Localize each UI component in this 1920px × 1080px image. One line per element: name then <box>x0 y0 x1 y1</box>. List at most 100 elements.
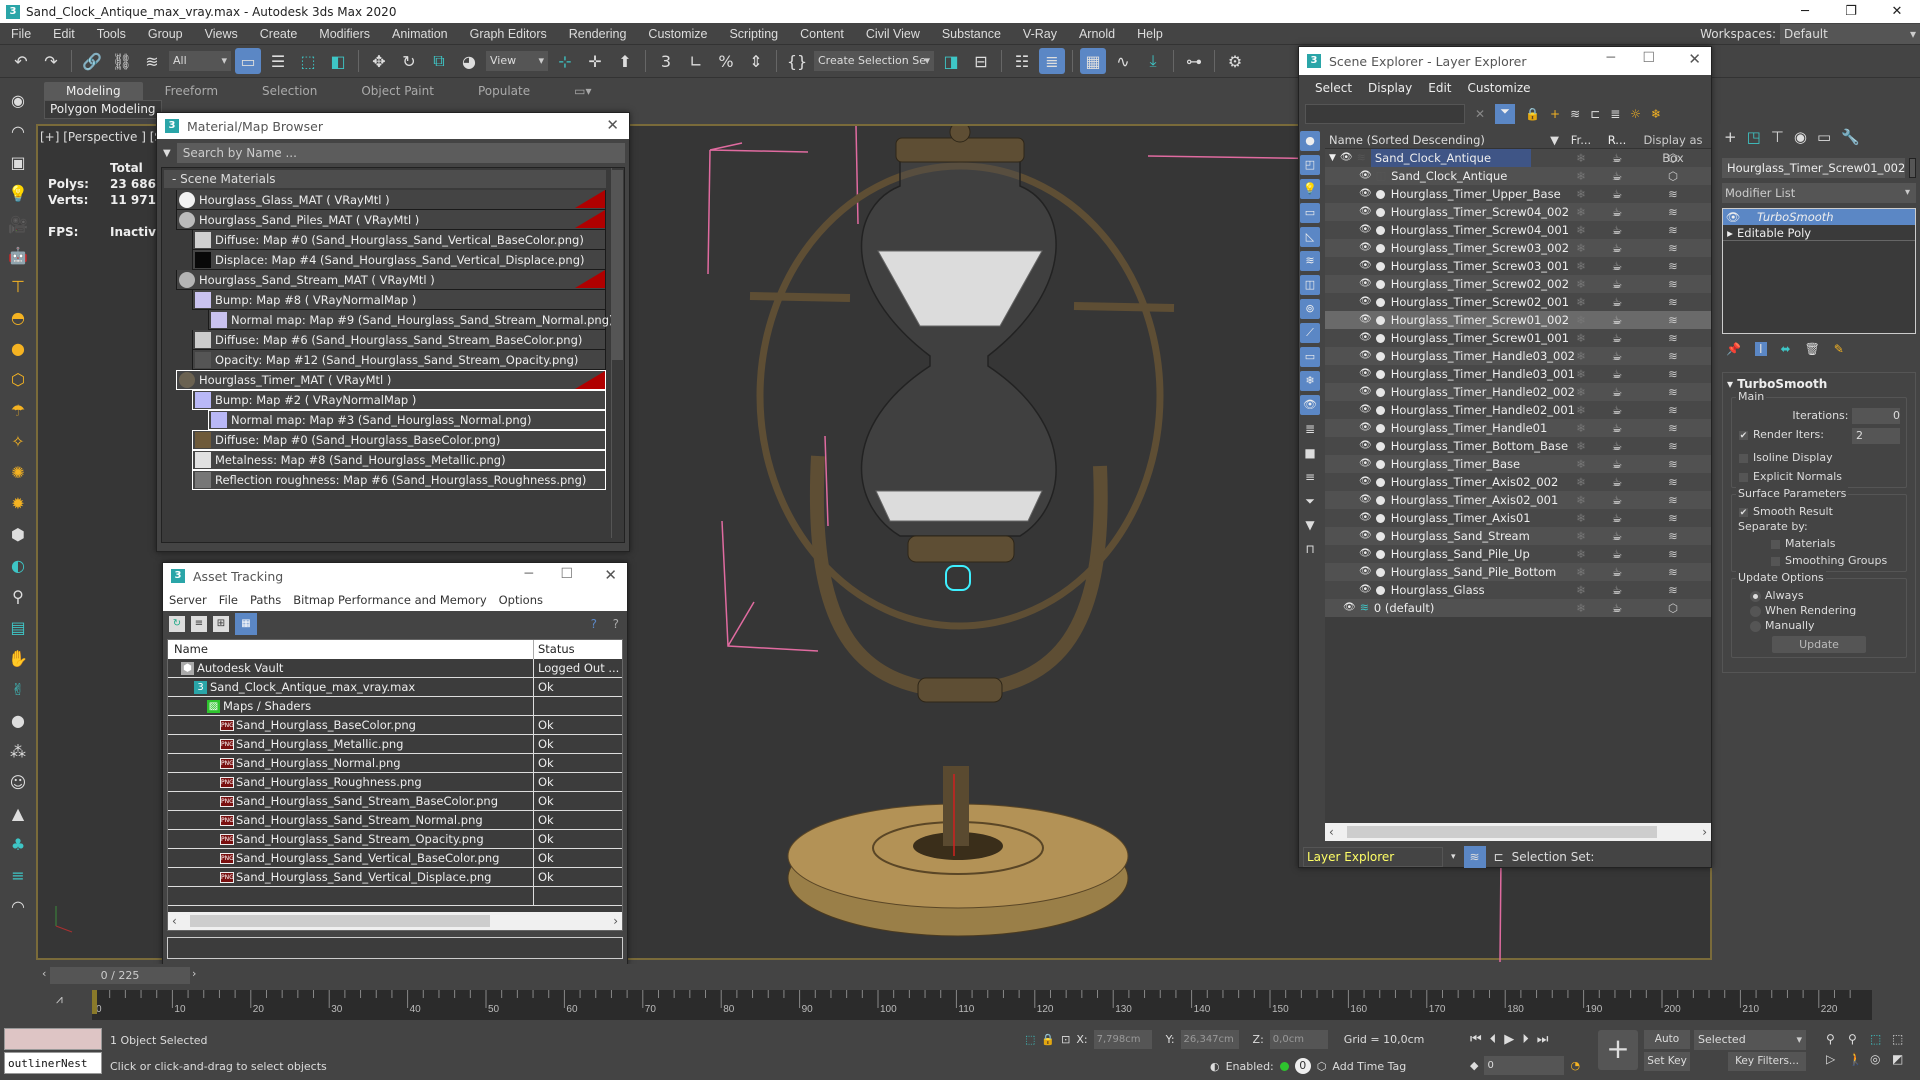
stack-item-editable-poly[interactable]: ▸ Editable Poly <box>1723 225 1915 241</box>
display-stack-icon[interactable]: ≋ <box>1635 203 1711 221</box>
renderable-teapot-icon[interactable]: ☕ <box>1599 149 1635 167</box>
asset-row[interactable]: PNG Sand_Hourglass_Sand_Stream_Opacity.pn… <box>168 830 622 849</box>
scene-row[interactable]: 👁 Hourglass_Timer_Screw04_002 ❄ ☕ ≋ <box>1325 203 1711 221</box>
menu-v-ray[interactable]: V-Ray <box>1012 27 1068 41</box>
material-item[interactable]: Hourglass_Sand_Stream_MAT ( VRayMtl ) <box>176 270 606 290</box>
visibility-eye-icon[interactable]: 👁 <box>1359 275 1372 293</box>
lock-icon[interactable]: 🔒 <box>1525 107 1540 121</box>
align-icon[interactable]: ⊟ <box>968 48 994 74</box>
menu-views[interactable]: Views <box>194 27 249 41</box>
ribbon-options-icon[interactable]: ▭▾ <box>552 82 613 100</box>
display-cameras-icon[interactable]: ▭ <box>1300 203 1320 223</box>
object-name-field[interactable]: Hourglass_Timer_Screw01_002 <box>1722 158 1906 178</box>
blob-icon[interactable]: ◐ <box>7 555 29 577</box>
visibility-eye-icon[interactable]: 👁 <box>1359 257 1372 275</box>
hierarchy-icon[interactable]: ⊏ <box>1590 107 1600 121</box>
search-input[interactable]: Search by Name ... <box>176 143 625 163</box>
options-menu-icon[interactable]: ▼ <box>163 148 171 159</box>
menu-scripting[interactable]: Scripting <box>718 27 789 41</box>
display-stack-icon[interactable]: ≋ <box>1635 257 1711 275</box>
pin-stack-icon[interactable]: 📌 <box>1726 342 1741 356</box>
robot-icon[interactable]: 🤖 <box>7 245 29 267</box>
scene-row[interactable]: 👁 Hourglass_Timer_Base ❄ ☕ ≋ <box>1325 455 1711 473</box>
scene-row[interactable]: 👁 ≋ 0 (default) ❄ ☕ ⬡ <box>1325 599 1711 617</box>
move-icon[interactable]: ✥ <box>366 48 392 74</box>
scene-row[interactable]: 👁 Hourglass_Timer_Screw02_001 ❄ ☕ ≋ <box>1325 293 1711 311</box>
at-menu-paths[interactable]: Paths <box>244 593 287 607</box>
visibility-eye-icon[interactable]: 👁 <box>1359 527 1372 545</box>
menu-substance[interactable]: Substance <box>931 27 1012 41</box>
map-item[interactable]: Opacity: Map #12 (Sand_Hourglass_Sand_St… <box>192 350 606 370</box>
scene-row[interactable]: 👁 Hourglass_Timer_Bottom_Base ❄ ☕ ≋ <box>1325 437 1711 455</box>
map-item[interactable]: Diffuse: Map #0 (Sand_Hourglass_BaseColo… <box>192 430 606 450</box>
menu-customize[interactable]: Customize <box>637 27 718 41</box>
visibility-eye-icon[interactable]: 👁 <box>1359 419 1372 437</box>
asset-row[interactable]: 3 Sand_Clock_Antique_max_vray.max Ok <box>168 678 622 697</box>
trees-icon[interactable]: ♣ <box>7 834 29 856</box>
renderable-teapot-icon[interactable]: ☕ <box>1599 221 1635 239</box>
auto-key-button[interactable]: Auto Key <box>1644 1030 1690 1064</box>
play-teapot-icon[interactable]: ◉ <box>7 90 29 112</box>
scene-row[interactable]: 👁 Hourglass_Sand_Pile_Up ❄ ☕ ≋ <box>1325 545 1711 563</box>
refresh-icon[interactable]: ↻ <box>169 616 185 632</box>
visibility-eye-icon[interactable]: 👁 <box>1359 509 1372 527</box>
network-icon[interactable]: ⬡ <box>7 369 29 391</box>
renderable-teapot-icon[interactable]: ☕ <box>1599 311 1635 329</box>
display-stack-icon[interactable]: ≋ <box>1635 581 1711 599</box>
visibility-eye-icon[interactable]: 👁 <box>1359 581 1372 599</box>
time-tag-icon[interactable]: ⬡ <box>1317 1060 1327 1073</box>
freeze-layer-icon[interactable]: ❄ <box>1651 107 1661 121</box>
ribbon-tab-modeling[interactable]: Modeling <box>44 82 143 100</box>
absolute-mode-icon[interactable]: ⊡ <box>1061 1033 1070 1046</box>
map-item[interactable]: Diffuse: Map #0 (Sand_Hourglass_Sand_Ver… <box>192 230 606 250</box>
light-layer-icon[interactable]: ☼ <box>1630 107 1641 121</box>
selection-lock-icon[interactable]: 🔒 <box>1041 1033 1055 1046</box>
scene-row[interactable]: 👁 Hourglass_Timer_Handle02_002 ❄ ☕ ≋ <box>1325 383 1711 401</box>
scale-icon[interactable]: ⧉ <box>426 48 452 74</box>
modify-tab-icon[interactable]: ◳ <box>1747 128 1761 146</box>
menu-animation[interactable]: Animation <box>381 27 459 41</box>
maxscript-listener-output[interactable] <box>4 1028 102 1050</box>
col-renderable[interactable]: R... <box>1599 131 1635 148</box>
display-invert-icon[interactable]: ≡ <box>1300 467 1320 487</box>
scene-row[interactable]: ▼ 👁 ≋ Sand_Clock_Antique ❄ ☕ ⬡ <box>1325 149 1711 167</box>
bind-spacewarp-icon[interactable]: ≋ <box>139 48 165 74</box>
orbit-icon[interactable]: ◎ <box>1870 1052 1892 1066</box>
close-button[interactable]: ✕ <box>1874 0 1920 23</box>
at-menu-bitmap-performance-and-memory[interactable]: Bitmap Performance and Memory <box>287 593 492 607</box>
fov-icon[interactable]: ▷ <box>1826 1052 1848 1066</box>
new-layer-icon[interactable]: + <box>1550 107 1560 121</box>
visibility-eye-icon[interactable]: 👁 <box>1359 383 1372 401</box>
time-prev-button[interactable]: ‹ <box>42 967 46 980</box>
zoom-extents-all-icon[interactable]: ⬚ <box>1892 1032 1914 1046</box>
render-iters-spinner[interactable]: 2 <box>1852 428 1900 444</box>
render-setup-icon[interactable]: ⚙ <box>1222 48 1248 74</box>
freeze-icon[interactable]: ❄ <box>1563 167 1599 185</box>
menu-create[interactable]: Create <box>249 27 309 41</box>
visibility-eye-icon[interactable]: 👁 <box>1359 347 1372 365</box>
visibility-eye-icon[interactable]: 👁 <box>1359 293 1372 311</box>
scene-row[interactable]: 👁 Hourglass_Timer_Handle01 ❄ ☕ ≋ <box>1325 419 1711 437</box>
time-next-button[interactable]: › <box>192 967 196 980</box>
renderable-teapot-icon[interactable]: ☕ <box>1599 455 1635 473</box>
freeze-icon[interactable]: ❄ <box>1563 563 1599 581</box>
visibility-eye-icon[interactable]: 👁 <box>1359 365 1372 383</box>
se-menu-edit[interactable]: Edit <box>1420 81 1459 95</box>
menu-graph-editors[interactable]: Graph Editors <box>459 27 558 41</box>
minimize-icon[interactable]: ─ <box>525 566 533 582</box>
script-icon[interactable]: ≡ <box>7 865 29 887</box>
current-frame-marker[interactable] <box>92 990 97 1014</box>
col-name[interactable]: Name <box>168 640 534 659</box>
dome-icon[interactable]: ◓ <box>7 307 29 329</box>
ribbon-tab-selection[interactable]: Selection <box>240 82 339 100</box>
make-unique-icon[interactable]: ⬌ <box>1781 342 1791 356</box>
maximize-viewport-icon[interactable]: ◩ <box>1892 1052 1914 1066</box>
menu-civil-view[interactable]: Civil View <box>855 27 931 41</box>
time-ruler[interactable]: 0 10 20 30 40 50 60 70 80 90 100 110 120 130 140 150 160… <box>92 990 1872 1020</box>
when-rendering-radio[interactable] <box>1750 605 1761 617</box>
se-search-input[interactable] <box>1305 104 1465 124</box>
minimize-icon[interactable]: ─ <box>1607 50 1615 66</box>
display-stack-icon[interactable]: ≋ <box>1635 527 1711 545</box>
map-item[interactable]: Reflection roughness: Map #6 (Sand_Hourg… <box>192 470 606 490</box>
se-menu-customize[interactable]: Customize <box>1460 81 1539 95</box>
